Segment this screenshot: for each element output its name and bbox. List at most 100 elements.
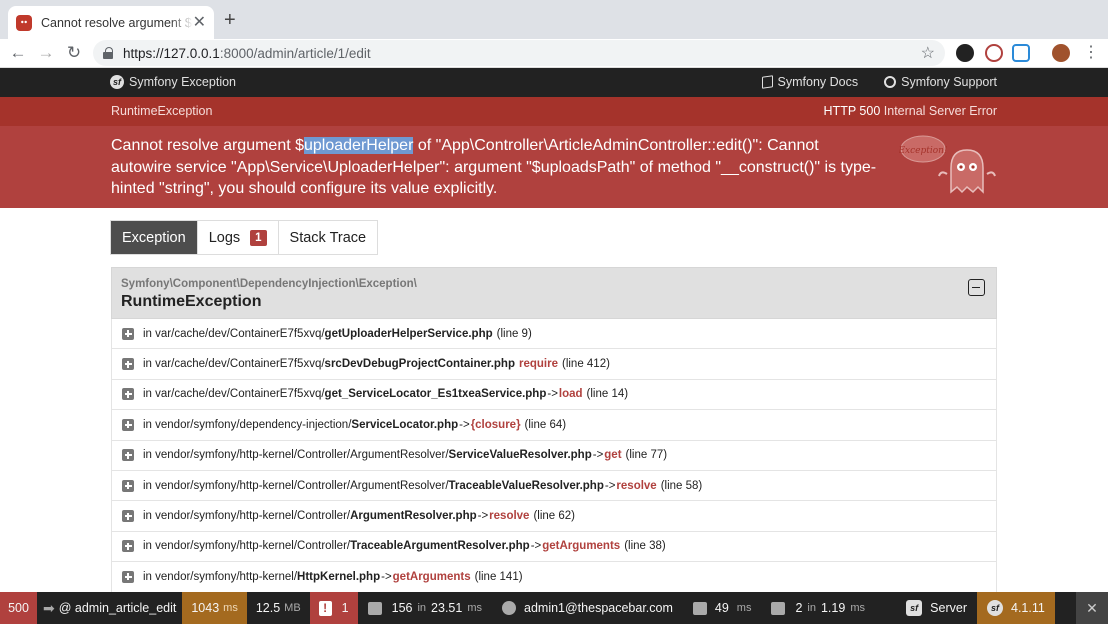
route-panel[interactable]: ➡ @ admin_article_edit (37, 592, 182, 624)
trace-prefix: in vendor/symfony/dependency-injection/ (143, 418, 352, 431)
browser-menu-icon[interactable]: ⋮ (1083, 43, 1099, 63)
back-icon[interactable]: ← (8, 43, 28, 63)
expand-icon[interactable] (122, 358, 134, 371)
trace-row[interactable]: in vendor/symfony/dependency-injection/S… (111, 410, 997, 441)
collapse-icon[interactable] (968, 279, 985, 296)
trace-function: resolve (489, 510, 530, 523)
trace-function: getArguments (392, 570, 471, 583)
server-label: Server (930, 601, 967, 615)
symfony-logo-icon: sf (987, 600, 1003, 616)
tab-logs[interactable]: Logs 1 (197, 221, 279, 254)
memory-panel[interactable]: 12.5 MB (247, 592, 310, 624)
errors-panel[interactable]: ! 1 (309, 592, 358, 624)
reload-icon[interactable]: ↻ (64, 43, 84, 63)
trace-prefix: in var/cache/dev/ContainerE7f5xvq/ (143, 358, 325, 371)
database-icon (771, 601, 786, 615)
version-panel[interactable]: sf 4.1.11 (977, 592, 1055, 624)
exception-bar: RuntimeException HTTP 500 Internal Serve… (0, 97, 1108, 126)
status-code-panel[interactable]: 500 (0, 592, 37, 624)
cache-count: 156 (391, 601, 413, 615)
lock-icon (103, 47, 113, 59)
trace-prefix: in vendor/symfony/http-kernel/Controller… (143, 449, 449, 462)
header-links: Symfony Docs Symfony Support (761, 75, 997, 89)
trace-prefix: in var/cache/dev/ContainerE7f5xvq/ (143, 388, 325, 401)
layers-icon (367, 601, 382, 615)
symfony-support-link[interactable]: Symfony Support (884, 75, 997, 89)
expand-icon[interactable] (122, 510, 134, 523)
trace-line: (line 14) (586, 388, 629, 401)
trace-function: {closure} (470, 418, 521, 431)
trace-namespace: Symfony\Component\DependencyInjection\Ex… (121, 278, 417, 290)
symfony-logo-icon: sf (110, 75, 124, 89)
trace-line: (line 77) (625, 449, 668, 462)
expand-icon[interactable] (122, 449, 134, 462)
brand-title: Symfony Exception (129, 75, 236, 89)
close-icon: ✕ (1086, 599, 1098, 616)
trace-arrow: -> (547, 388, 558, 401)
book-icon (761, 75, 773, 89)
expand-icon[interactable] (122, 479, 134, 492)
db-time: 1.19 (820, 601, 846, 615)
user-panel[interactable]: admin1@thespacebar.com (492, 592, 683, 624)
profile-avatar[interactable] (1052, 44, 1070, 62)
trace-row[interactable]: in vendor/symfony/http-kernel/Controller… (111, 470, 997, 502)
trace-function: require (518, 358, 558, 371)
extension-shield-icon[interactable] (1012, 44, 1030, 62)
browser-tab[interactable]: Cannot resolve argument $uploaderHelper … (8, 6, 214, 39)
trace-header: Symfony\Component\DependencyInjection\Ex… (111, 267, 997, 319)
trace-file: getUploaderHelperService.php (324, 327, 493, 340)
expand-icon[interactable] (122, 388, 134, 401)
trace-line: (line 412) (561, 358, 610, 371)
exception-message: Cannot resolve argument $uploaderHelper … (111, 135, 881, 200)
exception-tabs: Exception Logs 1 Stack Trace (110, 220, 379, 255)
web-debug-toolbar: 500 ➡ @ admin_article_edit 1043 ms 12.5 MB… (0, 592, 1108, 624)
cache-panel[interactable]: 156 in 23.51 ms (358, 592, 492, 624)
tab-logs-label: Logs (208, 229, 241, 246)
bookmark-star-icon[interactable]: ☆ (921, 43, 935, 63)
database-panel[interactable]: 2 in 1.19 ms (761, 592, 875, 624)
extension-icon[interactable] (985, 44, 1003, 62)
trace-file: ArgumentResolver.php (350, 510, 477, 523)
trace-row[interactable]: in vendor/symfony/http-kernel/Controller… (111, 531, 997, 563)
time-panel[interactable]: 1043 ms (182, 592, 247, 624)
trace-function: resolve (616, 479, 657, 492)
status-code: 500 (8, 601, 29, 615)
expand-icon[interactable] (122, 418, 134, 431)
symfony-header: sf Symfony Exception Symfony Docs Symfon… (0, 68, 1108, 97)
trace-row[interactable]: in var/cache/dev/ContainerE7f5xvq/get_Se… (111, 379, 997, 411)
form-unit: ms (736, 602, 752, 614)
address-bar[interactable]: https://127.0.0.1:8000/admin/article/1/e… (93, 40, 945, 66)
form-panel[interactable]: 49 ms (683, 592, 762, 624)
trace-row[interactable]: in vendor/symfony/http-kernel/Controller… (111, 440, 997, 471)
trace-arrow: -> (459, 418, 470, 431)
trace-row[interactable]: in var/cache/dev/ContainerE7f5xvq/getUpl… (111, 319, 997, 350)
tab-exception[interactable]: Exception (111, 221, 198, 254)
db-unit: ms (850, 602, 865, 614)
expand-icon[interactable] (122, 570, 134, 583)
trace-line: (line 58) (660, 479, 703, 492)
trace-file: ServiceLocator.php (351, 418, 459, 431)
trace-arrow: -> (592, 449, 604, 462)
message-part: Cannot resolve argument $ (111, 137, 304, 154)
new-tab-icon[interactable]: + (224, 10, 236, 30)
trace-file: ServiceValueResolver.php (448, 449, 592, 462)
extension-icon[interactable] (956, 44, 974, 62)
user-icon (502, 601, 516, 615)
expand-icon[interactable] (122, 540, 134, 553)
expand-icon[interactable] (122, 327, 134, 340)
server-panel[interactable]: sf Server (896, 592, 977, 624)
support-link-label: Symfony Support (901, 75, 997, 89)
db-queries: 2 (795, 601, 803, 615)
trace-prefix: in vendor/symfony/http-kernel/Controller… (143, 540, 351, 553)
trace-row[interactable]: in vendor/symfony/http-kernel/Controller… (111, 501, 997, 532)
trace-prefix: in var/cache/dev/ContainerE7f5xvq/ (143, 327, 325, 340)
toolbar-close-button[interactable]: ✕ (1076, 592, 1108, 624)
forward-icon[interactable]: → (36, 43, 56, 63)
symfony-version: 4.1.11 (1011, 601, 1045, 615)
trace-row[interactable]: in vendor/symfony/http-kernel/HttpKernel… (111, 562, 997, 592)
tab-close-icon[interactable]: ✕ (193, 14, 206, 31)
trace-row[interactable]: in var/cache/dev/ContainerE7f5xvq/srcDev… (111, 349, 997, 380)
tab-stack-trace[interactable]: Stack Trace (278, 221, 378, 254)
symfony-docs-link[interactable]: Symfony Docs (761, 75, 858, 89)
arrow-right-icon: ➡ (43, 599, 55, 616)
